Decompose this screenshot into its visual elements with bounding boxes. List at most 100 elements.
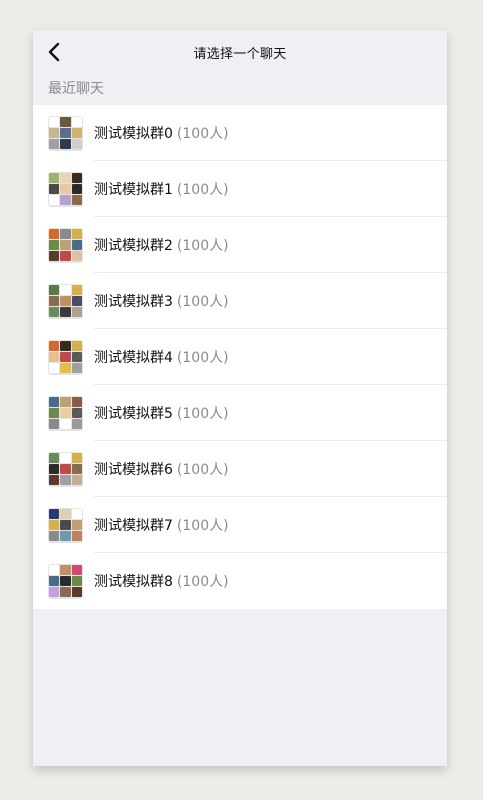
chevron-left-icon (48, 42, 60, 62)
member-avatar-thumbnail (49, 564, 60, 575)
chat-list-item[interactable]: 测试模拟群1 (100人) (33, 161, 447, 217)
chat-list: 测试模拟群0 (100人) 测试模拟群1 (100人) 测试模拟群2 (100人) 测试模拟… (33, 105, 447, 609)
member-avatar-thumbnail (60, 587, 71, 598)
member-avatar-thumbnail (60, 307, 71, 318)
member-avatar-thumbnail (49, 172, 60, 183)
chat-name: 测试模拟群4 (94, 350, 173, 366)
member-count: (100人) (176, 350, 229, 366)
chat-name: 测试模拟群5 (94, 406, 173, 422)
member-avatar-thumbnail (60, 116, 71, 127)
member-avatar-thumbnail (49, 407, 60, 419)
member-avatar-thumbnail (60, 340, 71, 351)
chat-name: 测试模拟群3 (94, 294, 173, 310)
member-avatar-thumbnail (49, 363, 60, 374)
member-avatar-thumbnail (71, 127, 82, 139)
member-avatar-thumbnail (49, 195, 60, 206)
chat-label: 测试模拟群0 (100人) (94, 123, 229, 143)
phone-screen: 请选择一个聊天 最近聊天 测试模拟群0 (100人) 测试模拟群1 (100人) 测试模… (33, 30, 447, 766)
member-avatar-thumbnail (71, 139, 82, 150)
chat-name: 测试模拟群6 (94, 462, 173, 478)
member-avatar-thumbnail (60, 407, 71, 419)
member-count: (100人) (176, 126, 229, 142)
chat-list-item[interactable]: 测试模拟群3 (100人) (33, 273, 447, 329)
chat-list-item[interactable]: 测试模拟群8 (100人) (33, 553, 447, 609)
chat-list-item[interactable]: 测试模拟群2 (100人) (33, 217, 447, 273)
chat-list-item[interactable]: 测试模拟群5 (100人) (33, 385, 447, 441)
member-avatar-thumbnail (60, 351, 71, 363)
group-avatar (48, 451, 83, 487)
navigation-bar: 请选择一个聊天 (33, 30, 447, 74)
member-avatar-thumbnail (71, 508, 82, 519)
member-avatar-thumbnail (60, 195, 71, 206)
chat-label: 测试模拟群7 (100人) (94, 515, 229, 535)
chat-label: 测试模拟群3 (100人) (94, 291, 229, 311)
member-avatar-thumbnail (71, 475, 82, 486)
member-avatar-thumbnail (71, 195, 82, 206)
member-avatar-thumbnail (71, 295, 82, 307)
member-avatar-thumbnail (71, 396, 82, 407)
member-count: (100人) (176, 574, 229, 590)
group-avatar (48, 227, 83, 263)
member-avatar-thumbnail (60, 564, 71, 575)
chat-name: 测试模拟群1 (94, 182, 173, 198)
member-avatar-thumbnail (49, 127, 60, 139)
member-avatar-thumbnail (49, 307, 60, 318)
chat-list-item[interactable]: 测试模拟群7 (100人) (33, 497, 447, 553)
chat-label: 测试模拟群4 (100人) (94, 347, 229, 367)
member-avatar-thumbnail (49, 139, 60, 150)
chat-list-item[interactable]: 测试模拟群6 (100人) (33, 441, 447, 497)
member-avatar-thumbnail (49, 419, 60, 430)
back-button[interactable] (41, 39, 67, 65)
member-avatar-thumbnail (60, 251, 71, 262)
member-avatar-thumbnail (71, 587, 82, 598)
group-avatar (48, 283, 83, 319)
member-avatar-thumbnail (71, 307, 82, 318)
group-avatar (48, 171, 83, 207)
member-count: (100人) (176, 518, 229, 534)
member-avatar-thumbnail (60, 172, 71, 183)
chat-list-item[interactable]: 测试模拟群4 (100人) (33, 329, 447, 385)
member-avatar-thumbnail (49, 508, 60, 519)
group-avatar (48, 339, 83, 375)
member-avatar-thumbnail (71, 172, 82, 183)
chat-label: 测试模拟群5 (100人) (94, 403, 229, 423)
member-avatar-thumbnail (49, 251, 60, 262)
chat-list-item[interactable]: 测试模拟群0 (100人) (33, 105, 447, 161)
member-avatar-thumbnail (60, 295, 71, 307)
member-count: (100人) (176, 406, 229, 422)
member-avatar-thumbnail (71, 183, 82, 195)
member-avatar-thumbnail (71, 575, 82, 587)
group-avatar (48, 395, 83, 431)
member-avatar-thumbnail (71, 452, 82, 463)
group-avatar (48, 115, 83, 151)
member-avatar-thumbnail (71, 116, 82, 127)
member-avatar-thumbnail (49, 228, 60, 239)
member-avatar-thumbnail (71, 228, 82, 239)
member-avatar-thumbnail (60, 139, 71, 150)
member-avatar-thumbnail (71, 340, 82, 351)
member-avatar-thumbnail (71, 531, 82, 542)
member-avatar-thumbnail (71, 251, 82, 262)
member-avatar-thumbnail (49, 351, 60, 363)
member-avatar-thumbnail (49, 284, 60, 295)
member-avatar-thumbnail (71, 284, 82, 295)
chat-name: 测试模拟群0 (94, 126, 173, 142)
member-avatar-thumbnail (71, 564, 82, 575)
chat-name: 测试模拟群8 (94, 574, 173, 590)
member-count: (100人) (176, 238, 229, 254)
member-avatar-thumbnail (49, 183, 60, 195)
page-title: 请选择一个聊天 (193, 46, 287, 62)
chat-label: 测试模拟群8 (100人) (94, 571, 229, 591)
chat-name: 测试模拟群2 (94, 238, 173, 254)
member-avatar-thumbnail (49, 475, 60, 486)
member-avatar-thumbnail (60, 575, 71, 587)
member-avatar-thumbnail (60, 419, 71, 430)
member-avatar-thumbnail (60, 284, 71, 295)
member-avatar-thumbnail (49, 463, 60, 475)
member-avatar-thumbnail (49, 340, 60, 351)
member-avatar-thumbnail (60, 531, 71, 542)
member-avatar-thumbnail (49, 239, 60, 251)
member-avatar-thumbnail (49, 396, 60, 407)
chat-label: 测试模拟群6 (100人) (94, 459, 229, 479)
member-avatar-thumbnail (71, 363, 82, 374)
